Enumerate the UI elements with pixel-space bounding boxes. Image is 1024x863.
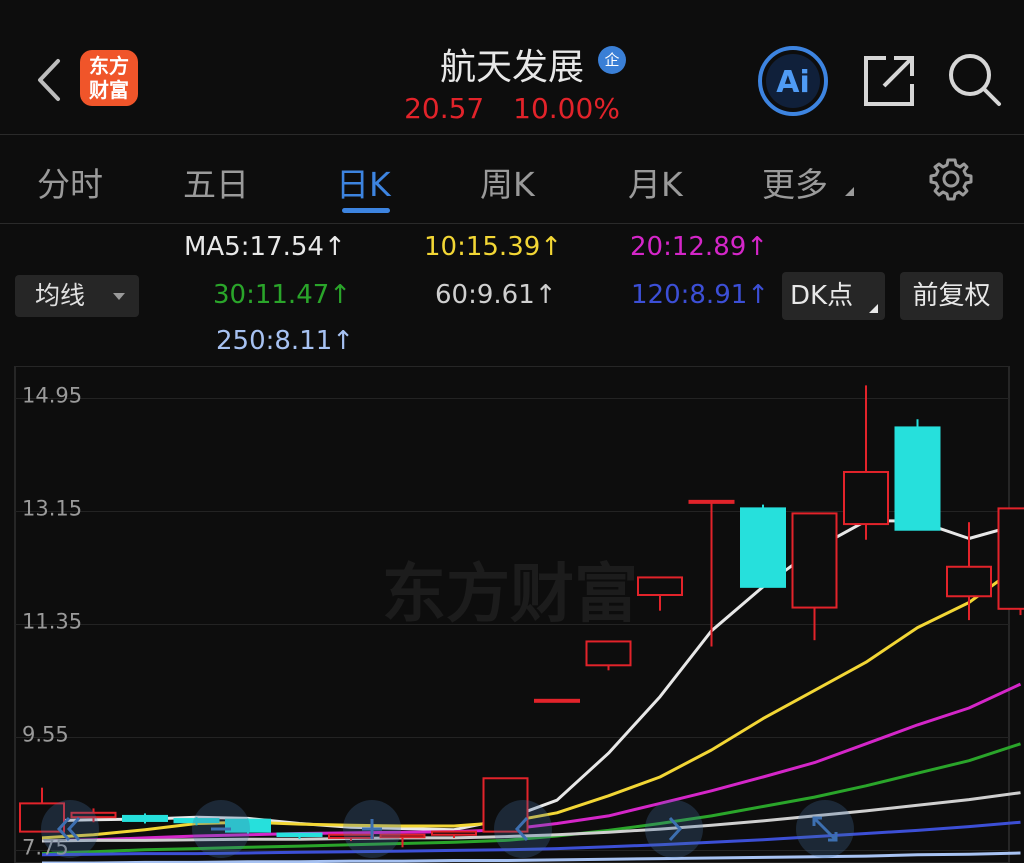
candle-body xyxy=(997,507,1024,610)
candle xyxy=(122,813,168,824)
candle xyxy=(946,522,992,621)
candle-body xyxy=(585,640,632,667)
search-icon xyxy=(949,54,1001,106)
candle-body xyxy=(688,499,735,504)
plus-icon xyxy=(362,819,382,839)
y-tick-label: 11.35 xyxy=(22,610,82,634)
settings-button[interactable] xyxy=(928,156,974,202)
candle-body xyxy=(791,512,838,609)
active-tab-indicator xyxy=(342,208,390,213)
candle-body xyxy=(843,470,889,526)
candle xyxy=(843,385,889,540)
ma60-value: 60:9.61↑ xyxy=(435,280,557,310)
stock-name: 航天发展 xyxy=(439,47,584,88)
watermark: 东方财富 xyxy=(382,558,638,632)
zoom-out-button[interactable] xyxy=(192,800,250,858)
ai-icon: Ai xyxy=(758,46,828,116)
candle xyxy=(534,698,580,703)
more-caret-icon xyxy=(845,187,854,196)
ma120-value: 120:8.91↑ xyxy=(631,280,770,310)
y-tick-label: 13.15 xyxy=(22,497,82,521)
kline-chart[interactable]: 东方财富 14.95 13.15 11.35 9.55 7.75 xyxy=(0,365,1024,863)
candle-body xyxy=(894,426,941,531)
gear-icon xyxy=(929,158,973,201)
kline-svg: 东方财富 14.9513.1511.359.557.75 xyxy=(14,365,1024,863)
ma5-value: MA5:17.54↑ xyxy=(184,232,346,262)
tab-five-day[interactable]: 五日 xyxy=(183,158,249,206)
header: 东方 财富 航天发展 企 20.57 10.00% Ai xyxy=(0,0,1024,135)
y-tick-label: 9.55 xyxy=(22,722,69,746)
candle xyxy=(637,576,683,611)
search-button[interactable] xyxy=(945,50,1005,110)
tab-weekly-k[interactable]: 周K xyxy=(480,158,535,206)
ma20-value: 20:12.89↑ xyxy=(630,232,769,262)
candle xyxy=(585,640,632,671)
ai-button[interactable]: Ai xyxy=(757,45,829,117)
scroll-left-fast-button[interactable] xyxy=(41,800,99,858)
zoom-in-button[interactable] xyxy=(343,800,401,858)
expand-icon xyxy=(812,816,838,842)
ma10-value: 10:15.39↑ xyxy=(424,232,563,262)
double-chevron-left-icon xyxy=(56,816,81,842)
candle-body xyxy=(534,698,580,703)
candle-body xyxy=(740,507,786,588)
period-tabs: 分时 五日 日K 周K 月K 更多 xyxy=(0,136,1024,224)
candle xyxy=(791,512,838,641)
enterprise-badge: 企 xyxy=(598,46,626,74)
ma30-value: 30:11.47↑ xyxy=(213,280,352,310)
chevron-left-icon xyxy=(514,816,529,842)
candle xyxy=(740,504,786,588)
ma250-value: 250:8.11↑ xyxy=(216,326,355,356)
chevron-right-icon xyxy=(668,816,683,842)
candle-body xyxy=(276,832,323,838)
tab-daily-k[interactable]: 日K xyxy=(336,158,391,206)
candle-body xyxy=(637,576,683,597)
indicator-selector[interactable]: 均线 xyxy=(15,275,139,317)
ai-label: Ai xyxy=(776,65,810,100)
candle xyxy=(997,507,1024,616)
candle xyxy=(894,419,941,531)
share-button[interactable] xyxy=(860,52,918,110)
candle-body xyxy=(431,830,477,836)
scroll-right-button[interactable] xyxy=(645,800,703,858)
dk-point-label: DK点 xyxy=(790,281,854,311)
tab-intraday[interactable]: 分时 xyxy=(37,158,103,206)
indicator-selector-label: 均线 xyxy=(35,281,86,310)
change-percent: 10.00% xyxy=(513,92,620,125)
candle-body xyxy=(122,814,168,822)
dk-point-button[interactable]: DK点 xyxy=(782,272,885,320)
corner-caret-icon xyxy=(869,304,878,313)
share-icon xyxy=(864,56,914,106)
minus-icon xyxy=(211,827,231,831)
scroll-left-button[interactable] xyxy=(494,800,552,858)
tab-more[interactable]: 更多 xyxy=(762,158,828,206)
y-tick-label: 14.95 xyxy=(22,384,82,408)
adjust-forward-button[interactable]: 前复权 xyxy=(900,272,1003,320)
dropdown-caret-icon xyxy=(113,293,125,300)
last-price: 20.57 xyxy=(404,92,485,125)
candle-body xyxy=(946,565,992,598)
tab-monthly-k[interactable]: 月K xyxy=(628,158,683,206)
fullscreen-button[interactable] xyxy=(796,800,854,858)
